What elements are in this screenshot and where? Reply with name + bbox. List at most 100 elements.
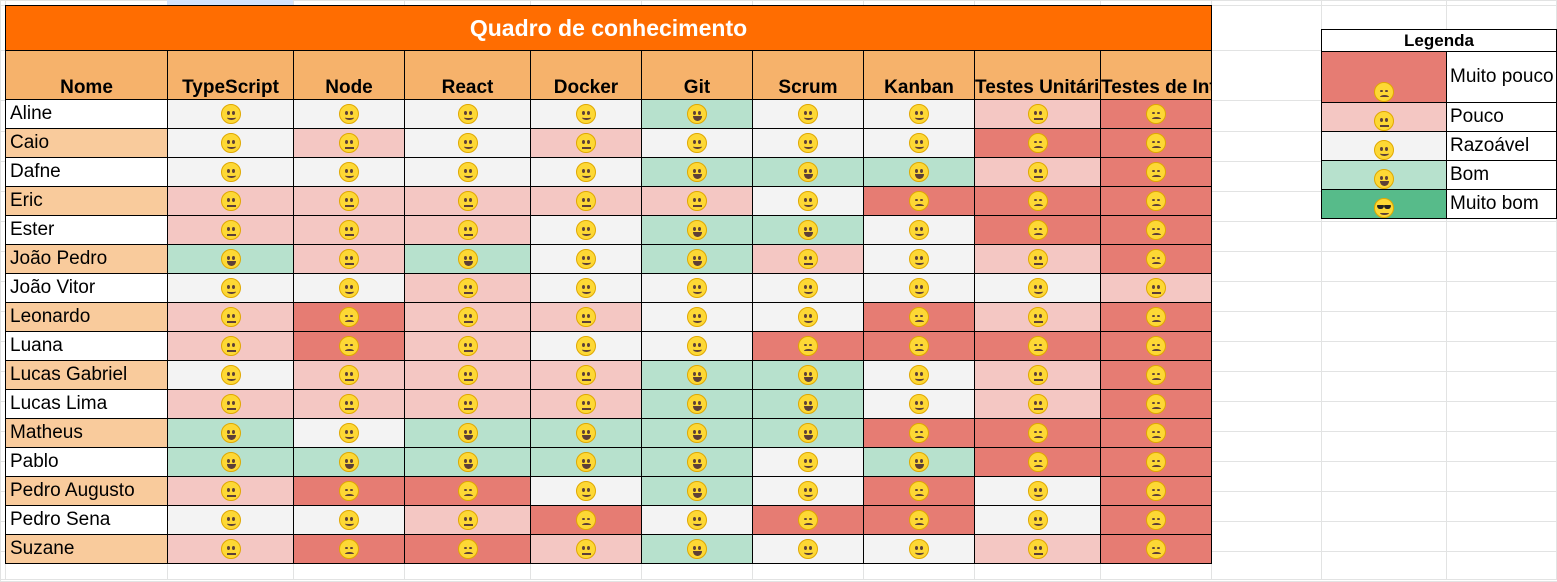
skill-level-cell[interactable]	[530, 360, 642, 390]
skill-level-cell[interactable]	[641, 418, 753, 448]
skill-level-cell[interactable]	[1099, 215, 1213, 245]
skill-level-cell[interactable]	[1099, 360, 1213, 390]
skill-level-cell[interactable]	[293, 534, 405, 564]
skill-level-cell[interactable]	[530, 128, 642, 158]
skill-level-cell[interactable]	[293, 389, 405, 419]
skill-level-cell[interactable]	[752, 447, 864, 477]
skill-level-cell[interactable]	[167, 244, 294, 274]
skill-level-cell[interactable]	[974, 128, 1101, 158]
skill-level-cell[interactable]	[863, 360, 975, 390]
skill-level-cell[interactable]	[530, 244, 642, 274]
person-name-cell[interactable]: Suzane	[5, 534, 168, 564]
skill-level-cell[interactable]	[404, 302, 531, 332]
skill-level-cell[interactable]	[293, 244, 405, 274]
skill-level-cell[interactable]	[530, 389, 642, 419]
person-name-cell[interactable]: João Pedro	[5, 244, 168, 274]
skill-level-cell[interactable]	[293, 99, 405, 129]
legend-label[interactable]: Pouco	[1446, 102, 1557, 132]
skill-level-cell[interactable]	[863, 505, 975, 535]
skill-level-cell[interactable]	[863, 447, 975, 477]
skill-level-cell[interactable]	[293, 128, 405, 158]
skill-level-cell[interactable]	[752, 99, 864, 129]
skill-level-cell[interactable]	[974, 447, 1101, 477]
skill-level-cell[interactable]	[1099, 534, 1213, 564]
legend-swatch[interactable]	[1321, 189, 1447, 219]
person-name-cell[interactable]: Pablo	[5, 447, 168, 477]
skill-level-cell[interactable]	[293, 476, 405, 506]
skill-level-cell[interactable]	[1099, 128, 1213, 158]
skill-level-cell[interactable]	[404, 244, 531, 274]
skill-level-cell[interactable]	[641, 389, 753, 419]
skill-level-cell[interactable]	[641, 157, 753, 187]
header-skill[interactable]: Docker	[530, 50, 642, 100]
skill-level-cell[interactable]	[641, 128, 753, 158]
skill-level-cell[interactable]	[974, 418, 1101, 448]
skill-level-cell[interactable]	[167, 157, 294, 187]
skill-level-cell[interactable]	[404, 186, 531, 216]
skill-level-cell[interactable]	[404, 360, 531, 390]
board-title[interactable]: Quadro de conhecimento	[4, 5, 1213, 51]
skill-level-cell[interactable]	[167, 360, 294, 390]
skill-level-cell[interactable]	[1099, 186, 1213, 216]
skill-level-cell[interactable]	[1099, 418, 1213, 448]
skill-level-cell[interactable]	[530, 505, 642, 535]
header-skill[interactable]: Scrum	[752, 50, 864, 100]
skill-level-cell[interactable]	[974, 273, 1101, 303]
skill-level-cell[interactable]	[167, 128, 294, 158]
person-name-cell[interactable]: Dafne	[5, 157, 168, 187]
skill-level-cell[interactable]	[641, 331, 753, 361]
skill-level-cell[interactable]	[752, 244, 864, 274]
skill-level-cell[interactable]	[752, 215, 864, 245]
skill-level-cell[interactable]	[641, 244, 753, 274]
skill-level-cell[interactable]	[167, 476, 294, 506]
skill-level-cell[interactable]	[863, 534, 975, 564]
skill-level-cell[interactable]	[530, 99, 642, 129]
skill-level-cell[interactable]	[752, 128, 864, 158]
skill-level-cell[interactable]	[293, 273, 405, 303]
skill-level-cell[interactable]	[293, 302, 405, 332]
skill-level-cell[interactable]	[752, 186, 864, 216]
skill-level-cell[interactable]	[863, 157, 975, 187]
header-skill[interactable]: React	[404, 50, 531, 100]
skill-level-cell[interactable]	[752, 273, 864, 303]
skill-level-cell[interactable]	[530, 215, 642, 245]
skill-level-cell[interactable]	[641, 99, 753, 129]
skill-level-cell[interactable]	[1099, 389, 1213, 419]
skill-level-cell[interactable]	[293, 157, 405, 187]
skill-level-cell[interactable]	[974, 534, 1101, 564]
skill-level-cell[interactable]	[167, 186, 294, 216]
legend-label[interactable]: Razoável	[1446, 131, 1557, 161]
person-name-cell[interactable]: Pedro Sena	[5, 505, 168, 535]
legend-swatch[interactable]	[1321, 160, 1447, 190]
skill-level-cell[interactable]	[752, 418, 864, 448]
header-skill[interactable]: Git	[641, 50, 753, 100]
skill-level-cell[interactable]	[293, 331, 405, 361]
skill-level-cell[interactable]	[1099, 505, 1213, 535]
skill-level-cell[interactable]	[1099, 476, 1213, 506]
skill-level-cell[interactable]	[167, 447, 294, 477]
skill-level-cell[interactable]	[293, 360, 405, 390]
skill-level-cell[interactable]	[167, 273, 294, 303]
skill-level-cell[interactable]	[974, 302, 1101, 332]
legend-label[interactable]: Bom	[1446, 160, 1557, 190]
skill-level-cell[interactable]	[863, 476, 975, 506]
skill-level-cell[interactable]	[1099, 302, 1213, 332]
person-name-cell[interactable]: Pedro Augusto	[5, 476, 168, 506]
person-name-cell[interactable]: Aline	[5, 99, 168, 129]
skill-level-cell[interactable]	[641, 534, 753, 564]
skill-level-cell[interactable]	[167, 215, 294, 245]
skill-level-cell[interactable]	[293, 447, 405, 477]
skill-level-cell[interactable]	[752, 302, 864, 332]
skill-level-cell[interactable]	[752, 505, 864, 535]
skill-level-cell[interactable]	[530, 186, 642, 216]
skill-level-cell[interactable]	[863, 389, 975, 419]
skill-level-cell[interactable]	[974, 186, 1101, 216]
person-name-cell[interactable]: Luana	[5, 331, 168, 361]
skill-level-cell[interactable]	[404, 505, 531, 535]
skill-level-cell[interactable]	[530, 273, 642, 303]
skill-level-cell[interactable]	[530, 447, 642, 477]
skill-level-cell[interactable]	[404, 99, 531, 129]
skill-level-cell[interactable]	[863, 273, 975, 303]
header-skill[interactable]: Testes Unitários	[974, 50, 1101, 100]
skill-level-cell[interactable]	[863, 244, 975, 274]
